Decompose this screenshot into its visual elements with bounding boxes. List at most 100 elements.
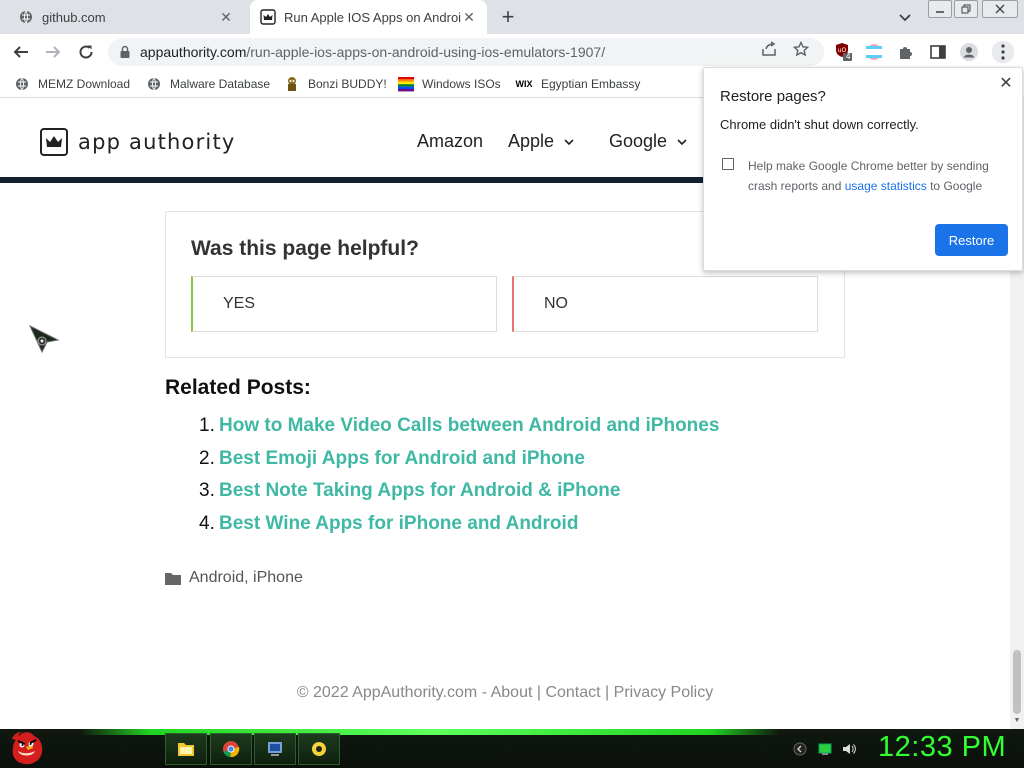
reload-icon[interactable] (74, 40, 98, 64)
nav-apple[interactable]: Apple (508, 131, 574, 152)
forward-icon[interactable] (41, 40, 65, 64)
tray-volume-icon[interactable] (842, 742, 856, 756)
related-posts-heading: Related Posts: (165, 376, 311, 399)
close-window-icon[interactable] (982, 0, 1018, 18)
taskbar-chrome[interactable] (210, 733, 252, 765)
folder-icon (165, 572, 181, 585)
site-footer: © 2022 AppAuthority.com - About | Contac… (0, 684, 1010, 702)
start-button-angry-bird-icon[interactable] (8, 729, 48, 768)
site-logo[interactable]: app authority (40, 128, 236, 156)
bookmark-label: Egyptian Embassy (541, 77, 641, 91)
address-bar[interactable]: appauthority.com/run-apple-ios-apps-on-a… (108, 38, 824, 66)
windows-icon (398, 76, 414, 92)
tab-close-icon[interactable]: ✕ (218, 9, 234, 25)
nav-label: Amazon (417, 131, 484, 151)
nav-google[interactable]: Google (609, 131, 687, 152)
lock-icon[interactable] (118, 45, 132, 59)
installer-icon (268, 742, 282, 756)
scroll-down-icon[interactable]: ▼ (1013, 717, 1021, 725)
close-icon[interactable]: ✕ (998, 76, 1014, 92)
new-tab-icon[interactable]: + (498, 6, 518, 28)
feedback-question: Was this page helpful? (191, 237, 419, 260)
post-categories: Android , iPhone (165, 569, 303, 587)
taskbar-clock[interactable]: 12:33 PM (878, 731, 1006, 764)
tray-network-icon[interactable] (818, 742, 832, 756)
pride-flag-extension-icon[interactable] (864, 42, 884, 62)
list-number: 4. (199, 512, 215, 534)
dialog-message: Chrome didn't shut down correctly. (720, 117, 919, 132)
taskbar-installer[interactable] (254, 733, 296, 765)
bookmark-star-icon[interactable] (792, 40, 810, 58)
mouse-cursor-icon (28, 324, 60, 354)
logo-text: app authority (78, 130, 236, 154)
footer-separator: | (600, 684, 614, 701)
list-number: 1. (199, 415, 215, 437)
list-item: 3. Best Note Taking Apps for Android & i… (199, 475, 719, 508)
extension-badge: 4 (846, 52, 851, 61)
crown-logo-icon (40, 128, 68, 156)
list-item: 2. Best Emoji Apps for Android and iPhon… (199, 443, 719, 476)
dialog-title: Restore pages? (720, 88, 826, 105)
profile-avatar-icon[interactable] (959, 42, 979, 62)
list-number: 2. (199, 447, 215, 469)
list-number: 3. (199, 480, 215, 502)
nav-label: Google (609, 131, 668, 151)
tab-github[interactable]: github.com ✕ (8, 0, 244, 34)
restore-window-icon[interactable] (954, 0, 978, 18)
bookmark-bonzi-buddy[interactable]: Bonzi BUDDY! (284, 75, 387, 93)
tray-arrow-icon[interactable] (793, 742, 807, 756)
bonzi-icon (284, 76, 300, 92)
kebab-menu-icon[interactable] (992, 41, 1014, 63)
back-icon[interactable] (9, 40, 33, 64)
usage-statistics-link[interactable]: usage statistics (845, 179, 927, 193)
folder-icon (178, 743, 194, 756)
bookmark-label: Bonzi BUDDY! (308, 77, 387, 91)
related-post-link[interactable]: Best Wine Apps for iPhone and Android (219, 513, 578, 535)
bookmark-egyptian-embassy[interactable]: WIX Egyptian Embassy (515, 75, 641, 93)
crash-report-checkbox[interactable] (722, 158, 734, 170)
minimize-icon[interactable] (928, 0, 952, 18)
checkbox-label: Help make Google Chrome better by sendin… (748, 156, 1008, 196)
ublock-extension-icon[interactable]: uO 4 (834, 42, 854, 62)
chevron-down-icon (677, 138, 687, 145)
tab-close-icon[interactable]: ✕ (461, 9, 477, 25)
tab-strip: github.com ✕ Run Apple IOS Apps on Andro… (0, 0, 1024, 34)
globe-icon (18, 9, 34, 25)
footer-privacy-link[interactable]: Privacy Policy (614, 684, 714, 701)
side-panel-icon[interactable] (928, 42, 948, 62)
category-separator: , (244, 569, 254, 586)
bookmark-malware-database[interactable]: Malware Database (146, 75, 270, 93)
related-post-link[interactable]: Best Note Taking Apps for Android & iPho… (219, 480, 620, 502)
restore-button[interactable]: Restore (935, 224, 1008, 256)
footer-about-link[interactable]: About (491, 684, 533, 701)
tab-title: github.com (42, 9, 106, 25)
list-item: 4. Best Wine Apps for iPhone and Android (199, 508, 719, 541)
url-text: appauthority.com/run-apple-ios-apps-on-a… (140, 44, 605, 60)
category-iphone[interactable]: iPhone (253, 569, 303, 587)
bookmark-memz[interactable]: MEMZ Download (14, 75, 130, 93)
chevron-down-icon (564, 138, 574, 145)
extensions-puzzle-icon[interactable] (896, 42, 916, 62)
bookmark-label: Windows ISOs (422, 77, 501, 91)
nav-amazon[interactable]: Amazon (417, 131, 483, 152)
related-post-link[interactable]: Best Emoji Apps for Android and iPhone (219, 448, 585, 470)
taskbar (0, 729, 1024, 768)
category-android[interactable]: Android (189, 569, 244, 587)
share-icon[interactable] (760, 40, 778, 58)
chrome-icon (223, 741, 240, 758)
taskbar-media-player[interactable] (298, 733, 340, 765)
feedback-no-button[interactable]: NO (512, 276, 818, 332)
footer-contact-link[interactable]: Contact (545, 684, 600, 701)
feedback-yes-button[interactable]: YES (191, 276, 497, 332)
url-path: /run-apple-ios-apps-on-android-using-ios… (246, 44, 606, 60)
bookmark-label: MEMZ Download (38, 77, 131, 91)
scrollbar-thumb[interactable] (1013, 650, 1021, 714)
bookmark-windows-isos[interactable]: Windows ISOs (398, 75, 501, 93)
bookmark-label: Malware Database (170, 77, 271, 91)
footer-copyright: © 2022 AppAuthority.com - (296, 684, 491, 701)
checkbox-suffix: to Google (926, 179, 983, 193)
related-post-link[interactable]: How to Make Video Calls between Android … (219, 415, 719, 437)
tab-search-chevron-icon[interactable] (896, 8, 914, 26)
taskbar-file-manager[interactable] (165, 733, 207, 765)
tab-appauthority[interactable]: Run Apple IOS Apps on Android ✕ (250, 0, 487, 34)
